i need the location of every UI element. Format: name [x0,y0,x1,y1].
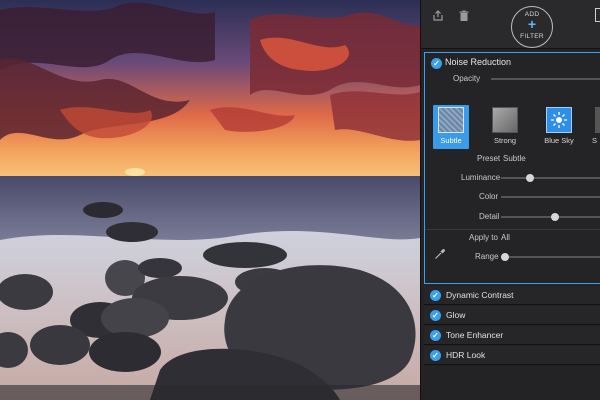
preset-strong-label: Strong [493,136,517,145]
preset-value: Subtle [503,154,526,163]
card-divider [425,229,600,230]
preset-partial-label: S [592,136,598,145]
eyedropper-icon[interactable] [433,248,447,262]
preset-blue-sky[interactable]: Blue Sky [541,105,577,149]
detail-slider-knob[interactable] [551,213,559,221]
apply-to-label: Apply to [469,233,498,242]
opacity-slider[interactable] [491,78,600,80]
color-slider[interactable] [501,196,600,198]
detail-label: Detail [479,212,500,221]
noise-reduction-check-icon[interactable]: ✓ [431,58,442,69]
preset-strong[interactable]: Strong [487,105,523,149]
luminance-label: Luminance [461,173,501,182]
add-filter-button[interactable]: ADD + FILTER [511,6,553,48]
range-slider[interactable] [501,256,600,258]
add-filter-label-bottom: FILTER [520,33,544,40]
add-filter-icon: + [527,16,537,32]
noise-reduction-card: ✓ Noise Reduction Opacity Subtle Strong [424,52,600,284]
hdr-look-check-icon[interactable]: ✓ [430,350,441,361]
panel-edge-icon[interactable] [595,8,600,22]
dynamic-contrast-check-icon[interactable]: ✓ [430,290,441,301]
export-icon[interactable] [431,10,445,24]
apply-to-value[interactable]: All [501,233,510,242]
filter-row-glow[interactable]: ✓ Glow [424,306,600,325]
filter-name: Glow [446,310,466,320]
filter-name: HDR Look [446,350,486,360]
preset-subtle[interactable]: Subtle [433,105,469,149]
color-label: Color [479,192,499,201]
luminance-slider-knob[interactable] [526,174,534,182]
filter-name: Tone Enhancer [446,330,504,340]
glow-check-icon[interactable]: ✓ [430,310,441,321]
photo-image [0,0,420,400]
preset-blue-sky-label: Blue Sky [544,136,574,145]
preset-strong-thumbnail [492,107,518,133]
luminance-slider[interactable] [501,177,600,179]
panel-toolbar: ADD + FILTER [421,0,600,49]
photo-canvas[interactable] [0,0,420,400]
filter-row-hdr-look[interactable]: ✓ HDR Look [424,346,600,365]
filter-name: Dynamic Contrast [446,290,514,300]
preset-subtle-label: Subtle [440,136,462,145]
sun-icon [551,112,567,128]
preset-subtle-thumbnail [438,107,464,133]
preset-partial-thumbnail [595,107,600,133]
range-slider-knob[interactable] [501,253,509,261]
preset-blue-sky-thumbnail [546,107,572,133]
filter-row-dynamic-contrast[interactable]: ✓ Dynamic Contrast [424,286,600,305]
tone-enhancer-check-icon[interactable]: ✓ [430,330,441,341]
trash-icon[interactable] [457,10,471,24]
range-label: Range [475,252,499,261]
preset-label: Preset [477,154,501,163]
preset-strip: Subtle Strong Blue Sky S [425,105,600,149]
app-window: ADD + FILTER ✓ Noise Reduction Opacity S… [0,0,600,400]
opacity-label: Opacity [453,74,481,83]
noise-reduction-title[interactable]: Noise Reduction [445,57,511,67]
filter-row-tone-enhancer[interactable]: ✓ Tone Enhancer [424,326,600,345]
filters-panel: ADD + FILTER ✓ Noise Reduction Opacity S… [420,0,600,400]
preset-partial[interactable]: S [591,105,600,149]
